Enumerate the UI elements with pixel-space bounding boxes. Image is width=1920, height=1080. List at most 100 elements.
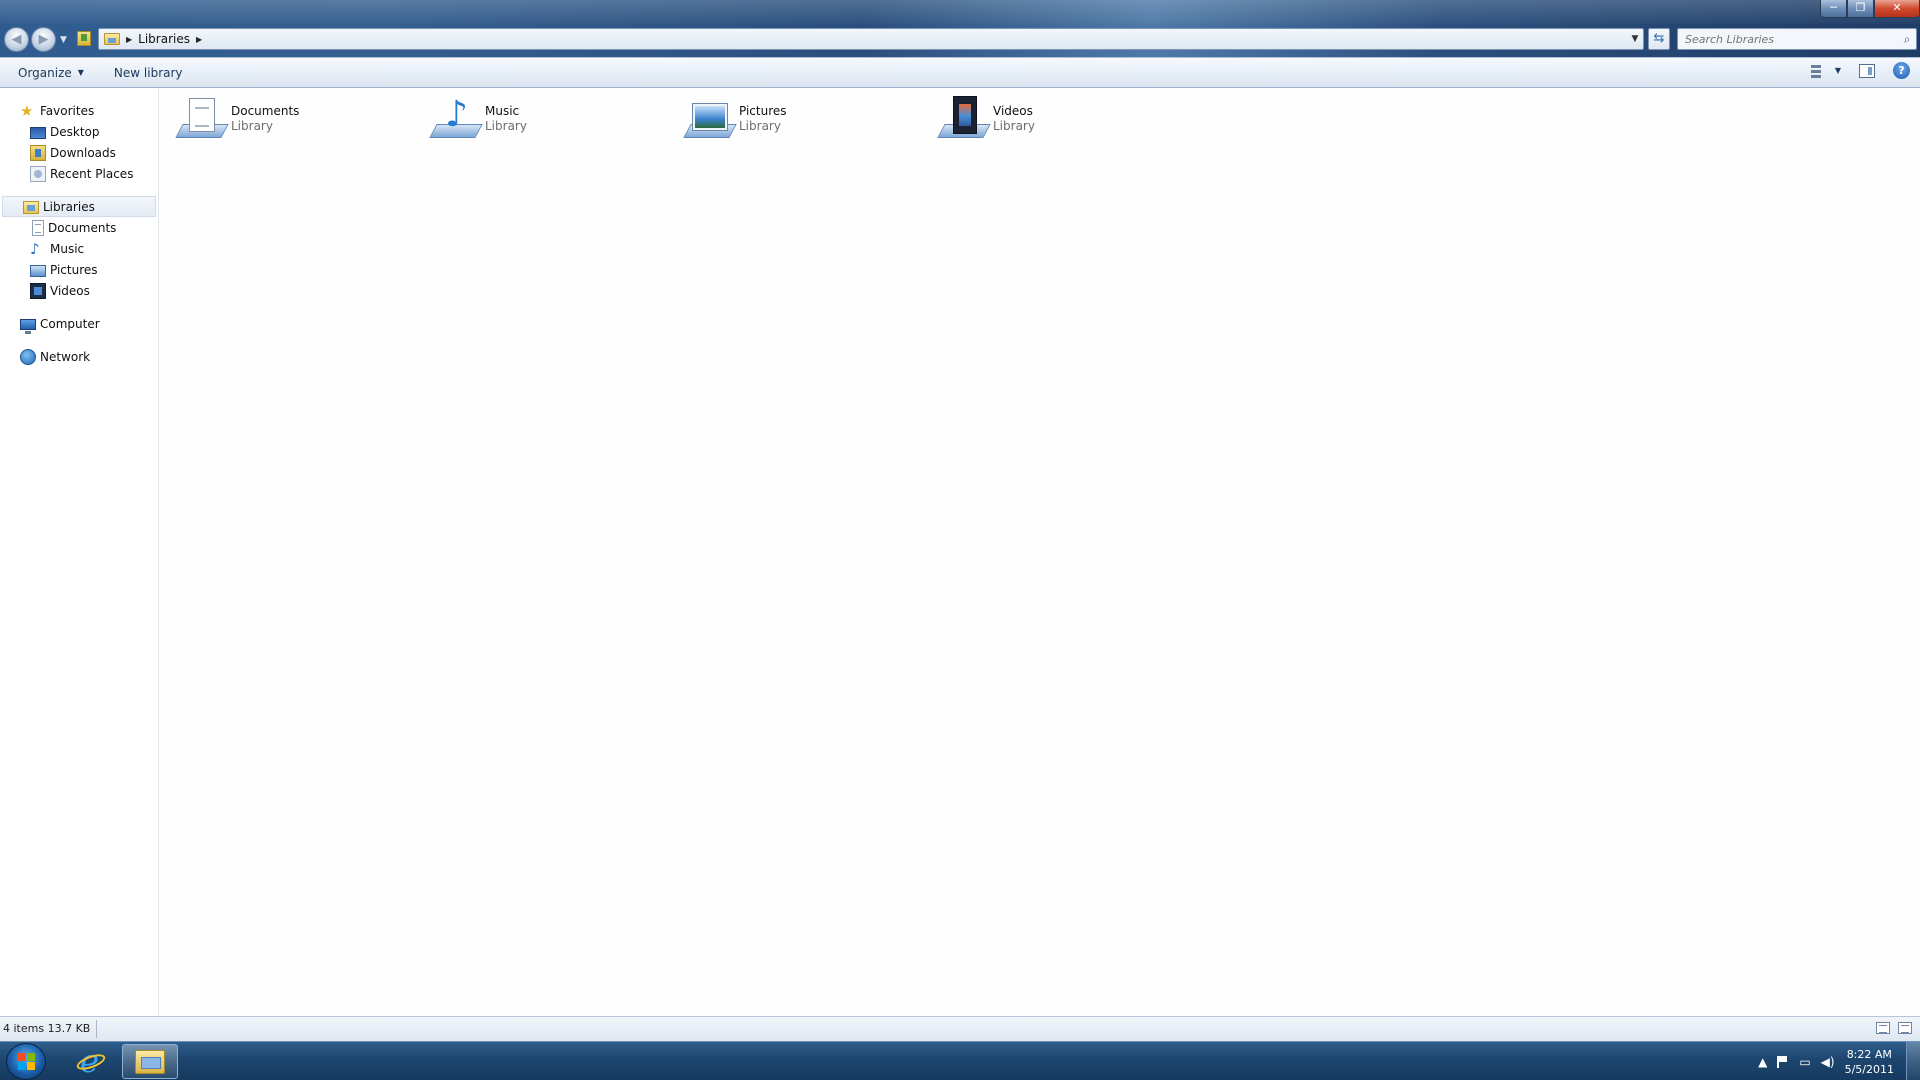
- library-name: Music: [485, 104, 520, 118]
- library-type: Library: [993, 119, 1035, 133]
- computer-icon: [20, 318, 36, 334]
- details-view-icon[interactable]: [1876, 1022, 1890, 1034]
- window-controls: ─ ❐ ✕: [1820, 0, 1920, 18]
- recent-places-icon: [30, 165, 46, 182]
- nav-computer[interactable]: Computer: [0, 313, 158, 334]
- command-bar-right: ▼ ?: [1810, 62, 1910, 79]
- taskbar: e ▲ ▭ ◀) 8:22 AM 5/5/2011: [0, 1041, 1920, 1080]
- action-center-flag-icon[interactable]: [1777, 1055, 1789, 1068]
- nav-favorites-label: Favorites: [40, 103, 95, 118]
- search-input[interactable]: [1685, 32, 1898, 46]
- library-tile-pictures[interactable]: Pictures Library: [683, 96, 939, 148]
- command-bar: Organize ▼ New library ▼ ?: [0, 57, 1920, 88]
- library-type: Library: [739, 119, 781, 133]
- notification-area: ▲ ▭ ◀) 8:22 AM 5/5/2011: [1758, 1042, 1920, 1080]
- nav-downloads[interactable]: Downloads: [0, 142, 158, 163]
- show-desktop-button[interactable]: [1906, 1042, 1920, 1080]
- up-folder-icon[interactable]: [77, 31, 91, 46]
- documents-library-icon: [175, 96, 229, 144]
- windows-explorer-icon: [135, 1049, 165, 1074]
- library-tile-videos[interactable]: Videos Library: [937, 96, 1193, 148]
- nav-videos[interactable]: Videos: [0, 280, 158, 301]
- status-view-switcher: [1868, 1022, 1912, 1034]
- preview-pane-icon[interactable]: [1859, 63, 1875, 78]
- search-box[interactable]: ⌕: [1677, 28, 1917, 50]
- videos-icon: [30, 282, 46, 299]
- status-bar: 4 items 13.7 KB: [0, 1016, 1920, 1041]
- clock-date: 5/5/2011: [1844, 1062, 1894, 1076]
- change-view-icon[interactable]: [1810, 64, 1829, 78]
- library-type: Library: [231, 119, 273, 133]
- library-name: Videos: [993, 104, 1033, 118]
- nav-recent-places[interactable]: Recent Places: [0, 163, 158, 184]
- refresh-button[interactable]: ⇆: [1648, 28, 1670, 50]
- library-tile-music[interactable]: ♪ Music Library: [429, 96, 685, 148]
- downloads-icon: [30, 144, 46, 161]
- library-name: Documents: [231, 104, 300, 118]
- organize-label: Organize: [18, 65, 72, 80]
- nav-downloads-label: Downloads: [50, 145, 116, 160]
- breadcrumb-libraries[interactable]: Libraries: [138, 32, 190, 46]
- nav-documents[interactable]: Documents: [0, 217, 158, 238]
- pictures-library-icon: [683, 96, 737, 144]
- recent-pages-dropdown[interactable]: ▼: [60, 35, 67, 45]
- show-hidden-icons-chevron-icon[interactable]: ▲: [1758, 1055, 1767, 1069]
- organize-button[interactable]: Organize ▼: [18, 66, 84, 80]
- new-library-label: New library: [113, 65, 183, 80]
- refresh-icon: ⇆: [1653, 31, 1665, 46]
- nav-favorites[interactable]: ★ Favorites: [0, 100, 158, 121]
- volume-icon[interactable]: ◀): [1821, 1055, 1835, 1069]
- breadcrumb-separator[interactable]: ▶: [196, 35, 202, 44]
- nav-libraries[interactable]: Libraries: [2, 196, 156, 217]
- library-tile-documents[interactable]: Documents Library: [175, 96, 431, 148]
- libraries-icon: [23, 201, 39, 214]
- taskbar-clock[interactable]: 8:22 AM 5/5/2011: [1845, 1047, 1894, 1077]
- content-area: Documents Library ♪ Music Library Pictur…: [159, 88, 1920, 1016]
- forward-button[interactable]: ▶: [31, 27, 56, 52]
- nav-network[interactable]: Network: [0, 346, 158, 367]
- nav-computer-label: Computer: [40, 316, 100, 331]
- search-icon[interactable]: ⌕: [1898, 32, 1916, 47]
- close-button[interactable]: ✕: [1874, 0, 1920, 18]
- taskbar-windows-explorer[interactable]: [122, 1044, 178, 1079]
- nav-recent-places-label: Recent Places: [50, 166, 134, 181]
- nav-libraries-label: Libraries: [43, 199, 95, 214]
- star-icon: ★: [20, 101, 34, 120]
- videos-library-icon: [937, 96, 991, 144]
- nav-pictures[interactable]: Pictures: [0, 259, 158, 280]
- network-icon: [20, 348, 36, 365]
- libraries-group: Libraries Documents ♪ Music Pictures Vid…: [0, 196, 158, 301]
- nav-desktop[interactable]: Desktop: [0, 121, 158, 142]
- navigation-pane: ★ Favorites Desktop Downloads Recent Pla…: [0, 88, 159, 1016]
- new-library-button[interactable]: New library: [114, 66, 183, 80]
- network-tray-icon[interactable]: ▭: [1799, 1055, 1810, 1069]
- library-name: Pictures: [739, 104, 787, 118]
- music-library-icon: ♪: [429, 96, 483, 144]
- address-bar[interactable]: ▶ Libraries ▶ ▼: [98, 28, 1644, 50]
- library-type: Library: [485, 119, 527, 133]
- status-summary: 4 items 13.7 KB: [0, 1020, 98, 1038]
- nav-music[interactable]: ♪ Music: [0, 238, 158, 259]
- back-button[interactable]: ◀: [4, 27, 29, 52]
- more-options-chevron-icon[interactable]: ▼: [1835, 66, 1841, 75]
- nav-music-label: Music: [50, 241, 85, 256]
- libraries-folder-icon: [104, 33, 120, 45]
- address-history-dropdown[interactable]: ▼: [1627, 34, 1643, 44]
- internet-explorer-icon: e: [74, 1042, 108, 1080]
- chevron-down-icon: ▼: [77, 68, 84, 77]
- music-icon: ♪: [30, 239, 40, 258]
- maximize-button[interactable]: ❐: [1847, 0, 1874, 18]
- nav-documents-label: Documents: [48, 220, 117, 235]
- minimize-button[interactable]: ─: [1820, 0, 1847, 18]
- breadcrumb-separator[interactable]: ▶: [126, 35, 132, 44]
- favorites-group: ★ Favorites Desktop Downloads Recent Pla…: [0, 100, 158, 184]
- help-icon[interactable]: ?: [1893, 62, 1910, 79]
- clock-time: 8:22 AM: [1846, 1047, 1892, 1061]
- computer-group: Computer: [0, 313, 158, 334]
- pictures-icon: [30, 264, 46, 277]
- documents-icon: [32, 219, 44, 236]
- network-group: Network: [0, 346, 158, 367]
- start-button[interactable]: [6, 1043, 46, 1080]
- taskbar-internet-explorer[interactable]: e: [62, 1042, 118, 1080]
- large-icons-view-icon[interactable]: [1898, 1022, 1912, 1034]
